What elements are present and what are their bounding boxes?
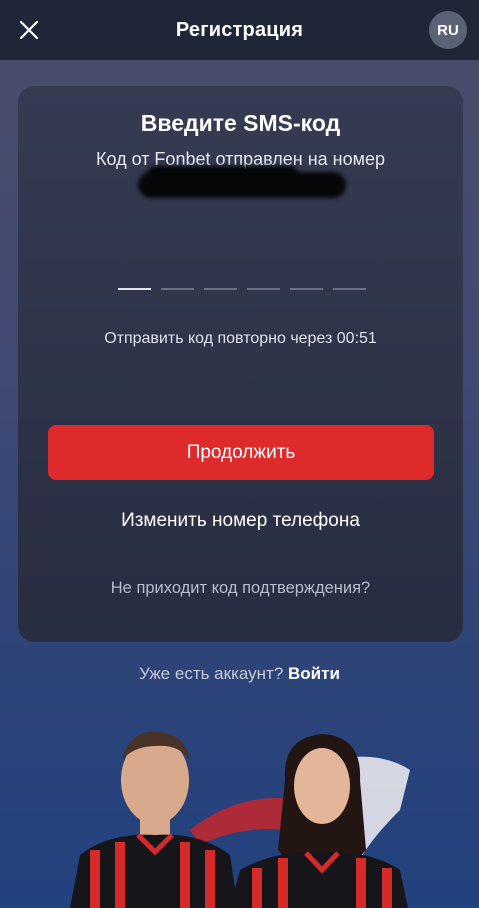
card-title: Введите SMS-код <box>140 110 341 136</box>
sms-code-card: Введите SMS-код Код от Fonbet отправлен … <box>18 86 463 642</box>
close-icon <box>19 20 39 40</box>
have-account-text: Уже есть аккаунт? <box>139 664 284 683</box>
change-phone-link[interactable]: Изменить номер телефона <box>18 510 463 532</box>
login-link[interactable]: Войти <box>288 664 340 683</box>
code-digit-slot[interactable] <box>204 288 237 290</box>
redacted-phone-number <box>138 172 346 198</box>
close-button[interactable] <box>14 15 44 45</box>
code-digit-slot[interactable] <box>247 288 280 290</box>
page-title: Регистрация <box>175 18 304 41</box>
code-digit-slot[interactable] <box>161 288 194 290</box>
top-bar: Регистрация RU <box>0 0 479 60</box>
no-code-help-link[interactable]: Не приходит код подтверждения? <box>18 579 463 598</box>
resend-timer-text: Отправить код повторно через 00:51 <box>104 330 377 347</box>
continue-button[interactable]: Продолжить <box>48 425 434 480</box>
promo-players-illustration <box>70 731 410 908</box>
language-selector[interactable]: RU <box>429 11 467 49</box>
code-digit-slot[interactable] <box>118 288 151 290</box>
sms-code-input[interactable] <box>118 288 366 292</box>
login-prompt: Уже есть аккаунт? Войти <box>0 664 479 684</box>
code-digit-slot[interactable] <box>333 288 366 290</box>
code-digit-slot[interactable] <box>290 288 323 290</box>
